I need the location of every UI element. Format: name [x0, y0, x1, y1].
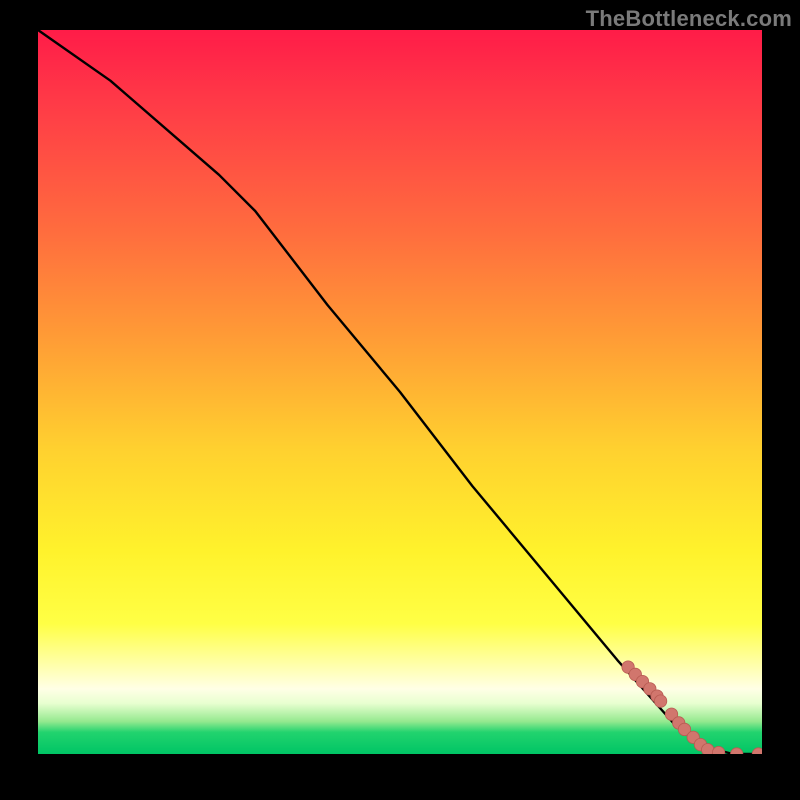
chart-overlay	[38, 30, 762, 754]
watermark-text: TheBottleneck.com	[586, 6, 792, 32]
data-points-group	[622, 661, 762, 754]
data-point	[752, 748, 762, 754]
data-point	[712, 746, 724, 754]
data-point	[731, 748, 743, 754]
plot-area	[38, 30, 762, 754]
chart-container: TheBottleneck.com	[0, 0, 800, 800]
bottleneck-curve	[38, 30, 762, 754]
data-point	[654, 695, 666, 707]
